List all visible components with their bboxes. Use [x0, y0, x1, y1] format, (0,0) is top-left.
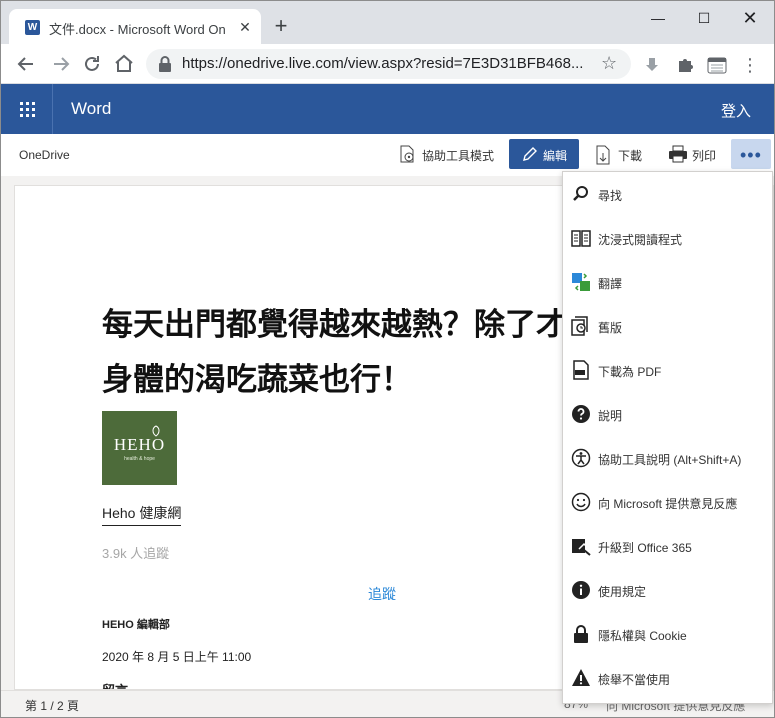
lock-icon [571, 624, 591, 644]
smiley-icon [571, 492, 591, 512]
menu-item-label: 向 Microsoft 提供意見反應 [598, 497, 738, 511]
home-icon[interactable] [112, 52, 136, 76]
address-bar[interactable]: https://onedrive.live.com/view.aspx?resi… [146, 49, 631, 79]
translate-icon [571, 272, 591, 292]
breadcrumb-onedrive[interactable]: OneDrive [19, 148, 70, 162]
pencil-icon [521, 145, 539, 163]
menu-item-terms-of-use[interactable]: 使用規定 [563, 568, 772, 612]
help-icon [571, 404, 591, 424]
menu-item-feedback[interactable]: 向 Microsoft 提供意見反應 [563, 480, 772, 524]
menu-item-label: 協助工具說明 (Alt+Shift+A) [598, 453, 742, 467]
logo-wordmark: HEHO [113, 435, 166, 454]
accessibility-mode-label: 協助工具模式 [422, 149, 495, 163]
accessibility-mode-button[interactable]: 協助工具模式 [398, 139, 498, 169]
upgrade-icon [571, 536, 591, 556]
new-tab-button[interactable]: + [271, 15, 291, 37]
editorial-department: HEHO 編輯部 [102, 619, 170, 631]
menu-item-help[interactable]: 說明 [563, 392, 772, 436]
extensions-puzzle-icon[interactable] [676, 56, 694, 74]
download-button[interactable]: 下載 [594, 139, 654, 169]
pdf-icon [571, 360, 591, 380]
search-icon [571, 184, 591, 204]
menu-item-translate[interactable]: 翻譯 [563, 260, 772, 304]
menu-item-label: 檢舉不當使用 [598, 673, 671, 687]
menu-item-label: 沈浸式閱讀程式 [598, 233, 683, 247]
menu-item-download-pdf[interactable]: 下載為 PDF [563, 348, 772, 392]
command-bar: OneDrive 協助工具模式 編輯 下載 列印 ••• [1, 134, 774, 176]
print-label: 列印 [692, 149, 717, 163]
tab-strip: W 文件.docx - Microsoft Word On ✕ + — ☐ ✕ [1, 1, 774, 44]
app-name[interactable]: Word [71, 99, 111, 119]
forward-arrow-icon[interactable] [49, 52, 73, 76]
ellipsis-icon: ••• [740, 145, 762, 165]
back-arrow-icon[interactable] [14, 52, 38, 76]
print-button[interactable]: 列印 [668, 139, 724, 169]
tab-close-icon[interactable]: ✕ [237, 19, 253, 35]
more-options-button[interactable]: ••• [731, 139, 771, 169]
download-label: 下載 [618, 149, 643, 163]
menu-item-privacy[interactable]: 隱私權與 Cookie [563, 612, 772, 656]
comment-heading: 留言 [102, 680, 128, 689]
accessibility-doc-icon [398, 145, 416, 163]
printer-icon [668, 145, 687, 163]
previous-versions-icon [571, 316, 591, 336]
menu-item-report-abuse[interactable]: 檢舉不當使用 [563, 656, 772, 700]
waffle-icon [20, 102, 35, 117]
more-options-menu: 尋找 沈浸式閱讀程式 翻譯 舊版 下載為 PDF 說明 協助工具說明 (Alt+… [562, 171, 773, 704]
calendar-extension-icon[interactable] [707, 56, 727, 74]
follow-link[interactable]: 追蹤 [368, 584, 396, 604]
immersive-reader-icon [571, 228, 591, 248]
menu-item-label: 使用規定 [598, 585, 647, 599]
tab-title: 文件.docx - Microsoft Word On [49, 22, 226, 37]
url-text[interactable]: https://onedrive.live.com/view.aspx?resi… [182, 55, 588, 72]
menu-item-label: 升級到 Office 365 [598, 541, 692, 555]
edit-label: 編輯 [543, 149, 568, 163]
download-arrow-icon[interactable] [643, 56, 661, 74]
reload-icon[interactable] [80, 52, 104, 76]
menu-item-label: 說明 [598, 409, 623, 423]
menu-item-label: 下載為 PDF [598, 365, 662, 379]
sign-in-link[interactable]: 登入 [721, 100, 751, 121]
menu-item-label: 尋找 [598, 189, 623, 203]
lock-icon[interactable] [158, 55, 172, 73]
download-doc-icon [594, 145, 612, 165]
browser-toolbar: https://onedrive.live.com/view.aspx?resi… [1, 44, 774, 84]
browser-window: W 文件.docx - Microsoft Word On ✕ + — ☐ ✕ … [0, 0, 775, 718]
app-launcher-button[interactable] [1, 84, 53, 134]
follower-count: 3.9k 人追蹤 [102, 546, 170, 561]
menu-item-previous-versions[interactable]: 舊版 [563, 304, 772, 348]
word-favicon-icon: W [25, 20, 40, 35]
edit-button[interactable]: 編輯 [509, 139, 579, 169]
heho-logo: HEHO health & hope [102, 411, 177, 485]
menu-item-accessibility-help[interactable]: 協助工具說明 (Alt+Shift+A) [563, 436, 772, 480]
info-icon [571, 580, 591, 600]
menu-item-immersive-reader[interactable]: 沈浸式閱讀程式 [563, 216, 772, 260]
menu-item-upgrade[interactable]: 升級到 Office 365 [563, 524, 772, 568]
logo-tagline: health & hope [124, 456, 155, 462]
maximize-button[interactable]: ☐ [689, 7, 719, 29]
accessibility-icon [571, 448, 591, 468]
menu-item-label: 隱私權與 Cookie [598, 629, 687, 643]
author-link[interactable]: Heho 健康網 [102, 503, 182, 526]
close-window-button[interactable]: ✕ [735, 7, 765, 29]
menu-item-label: 舊版 [598, 321, 623, 335]
bookmark-star-icon[interactable]: ☆ [601, 53, 617, 74]
minimize-button[interactable]: — [643, 7, 673, 29]
browser-tab[interactable]: W 文件.docx - Microsoft Word On ✕ [9, 9, 261, 44]
publish-date: 2020 年 8 月 5 日上午 11:00 [102, 650, 252, 664]
browser-menu-icon[interactable]: ⋮ [741, 56, 759, 74]
menu-item-label: 翻譯 [598, 277, 623, 291]
word-app-bar: Word 登入 [1, 84, 774, 134]
page-count: 第 1 / 2 頁 [25, 699, 80, 713]
warning-icon [571, 668, 591, 688]
menu-item-find[interactable]: 尋找 [563, 172, 772, 216]
